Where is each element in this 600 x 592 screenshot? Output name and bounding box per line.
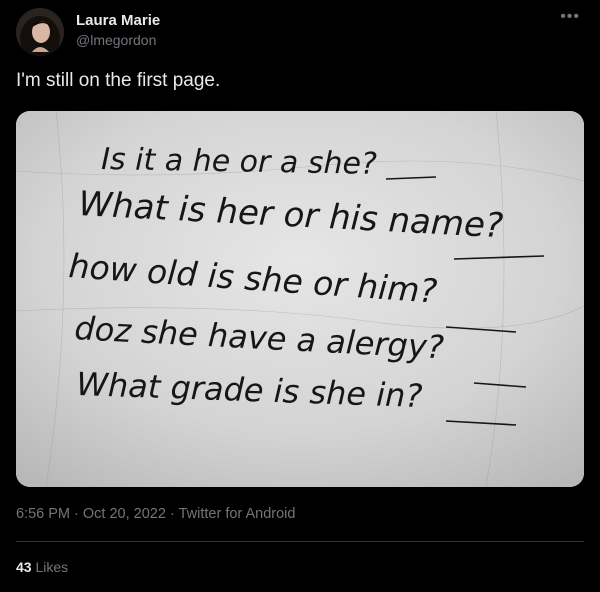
tweet-text: I'm still on the first page. — [16, 70, 221, 91]
tweet-time[interactable]: 6:56 PM — [16, 506, 70, 522]
avatar-photo — [16, 8, 64, 56]
author-handle[interactable]: @lmegordon — [76, 32, 156, 48]
meta-separator: · — [169, 506, 175, 522]
avatar[interactable] — [16, 8, 64, 56]
tweet-date[interactable]: Oct 20, 2022 — [83, 506, 166, 522]
tweet-media-image[interactable]: Is it a he or a she? What is her or his … — [16, 111, 584, 487]
tweet-source[interactable]: Twitter for Android — [179, 506, 296, 522]
likes-label: Likes — [35, 559, 69, 575]
meta-separator: · — [74, 506, 79, 522]
note-line-1: Is it a he or a she? — [101, 142, 377, 182]
likes-stat[interactable]: 43 Likes — [16, 559, 68, 575]
more-horizontal-icon[interactable]: ••• — [560, 8, 580, 26]
tweet-meta: 6:56 PM · Oct 20, 2022 · Twitter for And… — [16, 506, 295, 522]
tweet-header: Laura Marie @lmegordon ••• — [16, 8, 584, 56]
author-name[interactable]: Laura Marie — [76, 12, 160, 29]
divider — [16, 541, 584, 542]
handwritten-note: Is it a he or a she? What is her or his … — [16, 111, 584, 487]
likes-count: 43 — [16, 559, 32, 575]
